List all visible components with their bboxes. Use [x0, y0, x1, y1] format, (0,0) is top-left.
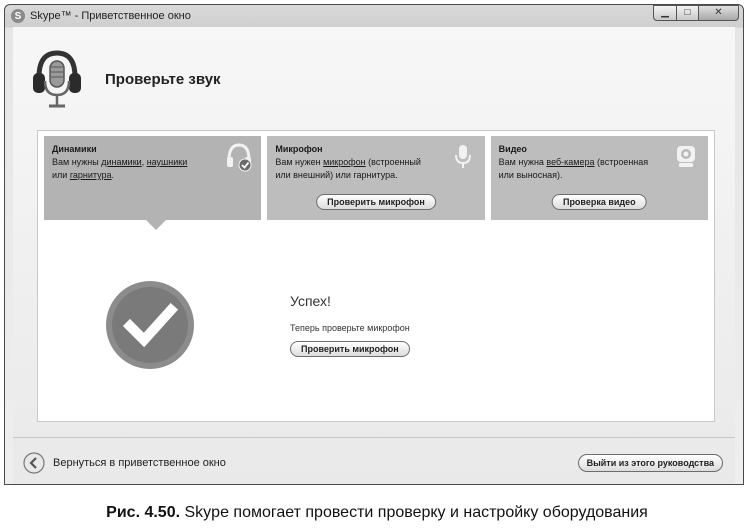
skype-window: S Skype™ - Приветственное окно ▁ □ ✕ Про… [4, 4, 744, 485]
window-controls: ▁ □ ✕ [653, 5, 739, 21]
card-title: Микрофон [275, 144, 323, 154]
caption-label: Рис. 4.50. [106, 504, 181, 521]
desc-text: . [111, 170, 115, 180]
desc-text: Вам нужен [275, 157, 324, 167]
maximize-button[interactable]: □ [677, 5, 699, 21]
device-cards: Динамики Вам нужны динамики, наушники ил… [44, 136, 708, 220]
back-arrow-icon[interactable] [23, 452, 45, 474]
footer-divider [13, 437, 735, 438]
active-card-pointer [146, 220, 166, 230]
webcam-icon [676, 146, 695, 167]
link-headset[interactable]: гарнитура [70, 170, 112, 180]
card-title: Видео [498, 144, 527, 154]
card-title: Динамики [52, 144, 97, 154]
title-bar: S Skype™ - Приветственное окно ▁ □ ✕ [5, 5, 743, 27]
headset-microphone-icon [33, 50, 81, 108]
success-check-icon [106, 281, 194, 369]
caption-text: Skype помогает провести проверку и настр… [180, 504, 648, 521]
result-test-microphone-button[interactable]: Проверить микрофон [290, 341, 410, 357]
result-title: Успех! [290, 293, 331, 309]
device-panel: Динамики Вам нужны динамики, наушники ил… [37, 130, 715, 422]
link-speakers[interactable]: динамики [101, 157, 141, 167]
exit-guide-button[interactable]: Выйти из этого руководства [577, 454, 723, 472]
result-block: Успех! Теперь проверьте микрофон Провери… [290, 293, 410, 357]
desc-text: или [52, 170, 70, 180]
link-webcam[interactable]: веб-камера [546, 157, 594, 167]
link-microphone[interactable]: микрофон [323, 157, 366, 167]
result-message: Теперь проверьте микрофон [290, 323, 410, 333]
headphones-check-icon [227, 143, 252, 172]
minimize-button[interactable]: ▁ [653, 5, 677, 21]
microphone-icon [454, 145, 471, 168]
page-header: Проверьте звук [29, 47, 221, 111]
desc-text: Вам нужны [52, 157, 102, 167]
page-title: Проверьте звук [105, 70, 221, 88]
card-description: Вам нужна веб-камера (встроенная или вын… [499, 156, 649, 182]
back-to-welcome-link[interactable]: Вернуться в приветственное окно [23, 452, 226, 474]
card-video[interactable]: Видео Вам нужна веб-камера (встроенная и… [490, 136, 708, 220]
figure-caption: Рис. 4.50. Skype помогает провести прове… [0, 504, 754, 522]
window-title: Skype™ - Приветственное окно [30, 10, 191, 22]
wizard-content: Проверьте звук Динамики Вам нужны динами… [13, 27, 735, 484]
test-microphone-button[interactable]: Проверить микрофон [316, 194, 436, 210]
test-video-button[interactable]: Проверка видео [551, 194, 647, 210]
link-headphones[interactable]: наушники [147, 157, 188, 167]
card-speakers[interactable]: Динамики Вам нужны динамики, наушники ил… [44, 136, 262, 220]
card-description: Вам нужен микрофон (встроенный или внешн… [275, 156, 425, 182]
card-microphone[interactable]: Микрофон Вам нужен микрофон (встроенный … [267, 136, 485, 220]
desc-text: Вам нужна [498, 157, 547, 167]
card-description: Вам нужны динамики, наушники или гарниту… [52, 156, 202, 182]
skype-logo-icon: S [11, 9, 25, 23]
back-label[interactable]: Вернуться в приветственное окно [53, 457, 226, 469]
close-button[interactable]: ✕ [699, 5, 739, 21]
